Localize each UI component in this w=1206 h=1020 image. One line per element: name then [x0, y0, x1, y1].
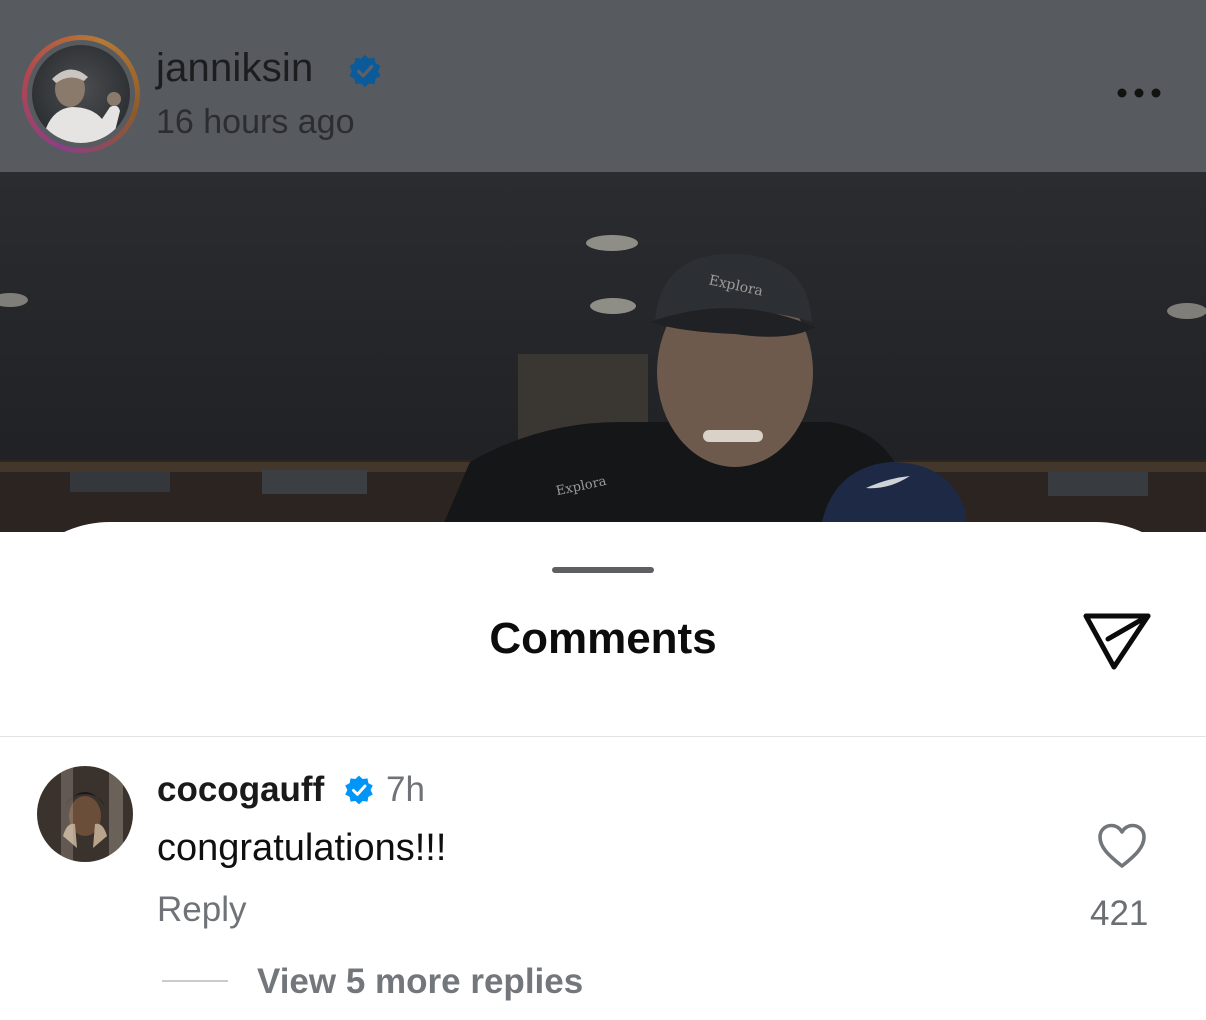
comment-text: congratulations!!!	[157, 827, 447, 869]
poster-avatar[interactable]	[22, 35, 140, 153]
ellipsis-icon[interactable]	[1110, 78, 1170, 108]
post-photo[interactable]: Explora Explora	[0, 172, 1206, 532]
replies-divider-line	[162, 980, 228, 982]
view-more-replies-button[interactable]: View 5 more replies	[257, 962, 583, 1002]
commenter-username[interactable]: cocogauff	[157, 770, 324, 810]
poster-avatar-photo	[32, 45, 130, 143]
sheet-drag-handle[interactable]	[552, 567, 654, 573]
heart-icon[interactable]	[1096, 822, 1148, 870]
post-timestamp: 16 hours ago	[156, 103, 355, 141]
verified-badge-icon	[345, 775, 373, 805]
poster-username[interactable]: janniksin	[156, 46, 313, 91]
reply-button[interactable]: Reply	[157, 890, 246, 930]
like-count: 421	[1090, 894, 1149, 933]
commenter-avatar[interactable]	[37, 766, 133, 862]
sheet-divider	[0, 736, 1206, 737]
send-icon[interactable]	[1080, 610, 1154, 672]
post-header: janniksin 16 hours ago	[0, 0, 1206, 172]
comment-timestamp: 7h	[386, 770, 425, 809]
comments-sheet: Comments cocogauff 7h congratulations!!!…	[0, 522, 1206, 1020]
comments-title: Comments	[489, 614, 717, 663]
verified-badge-icon	[349, 54, 381, 88]
